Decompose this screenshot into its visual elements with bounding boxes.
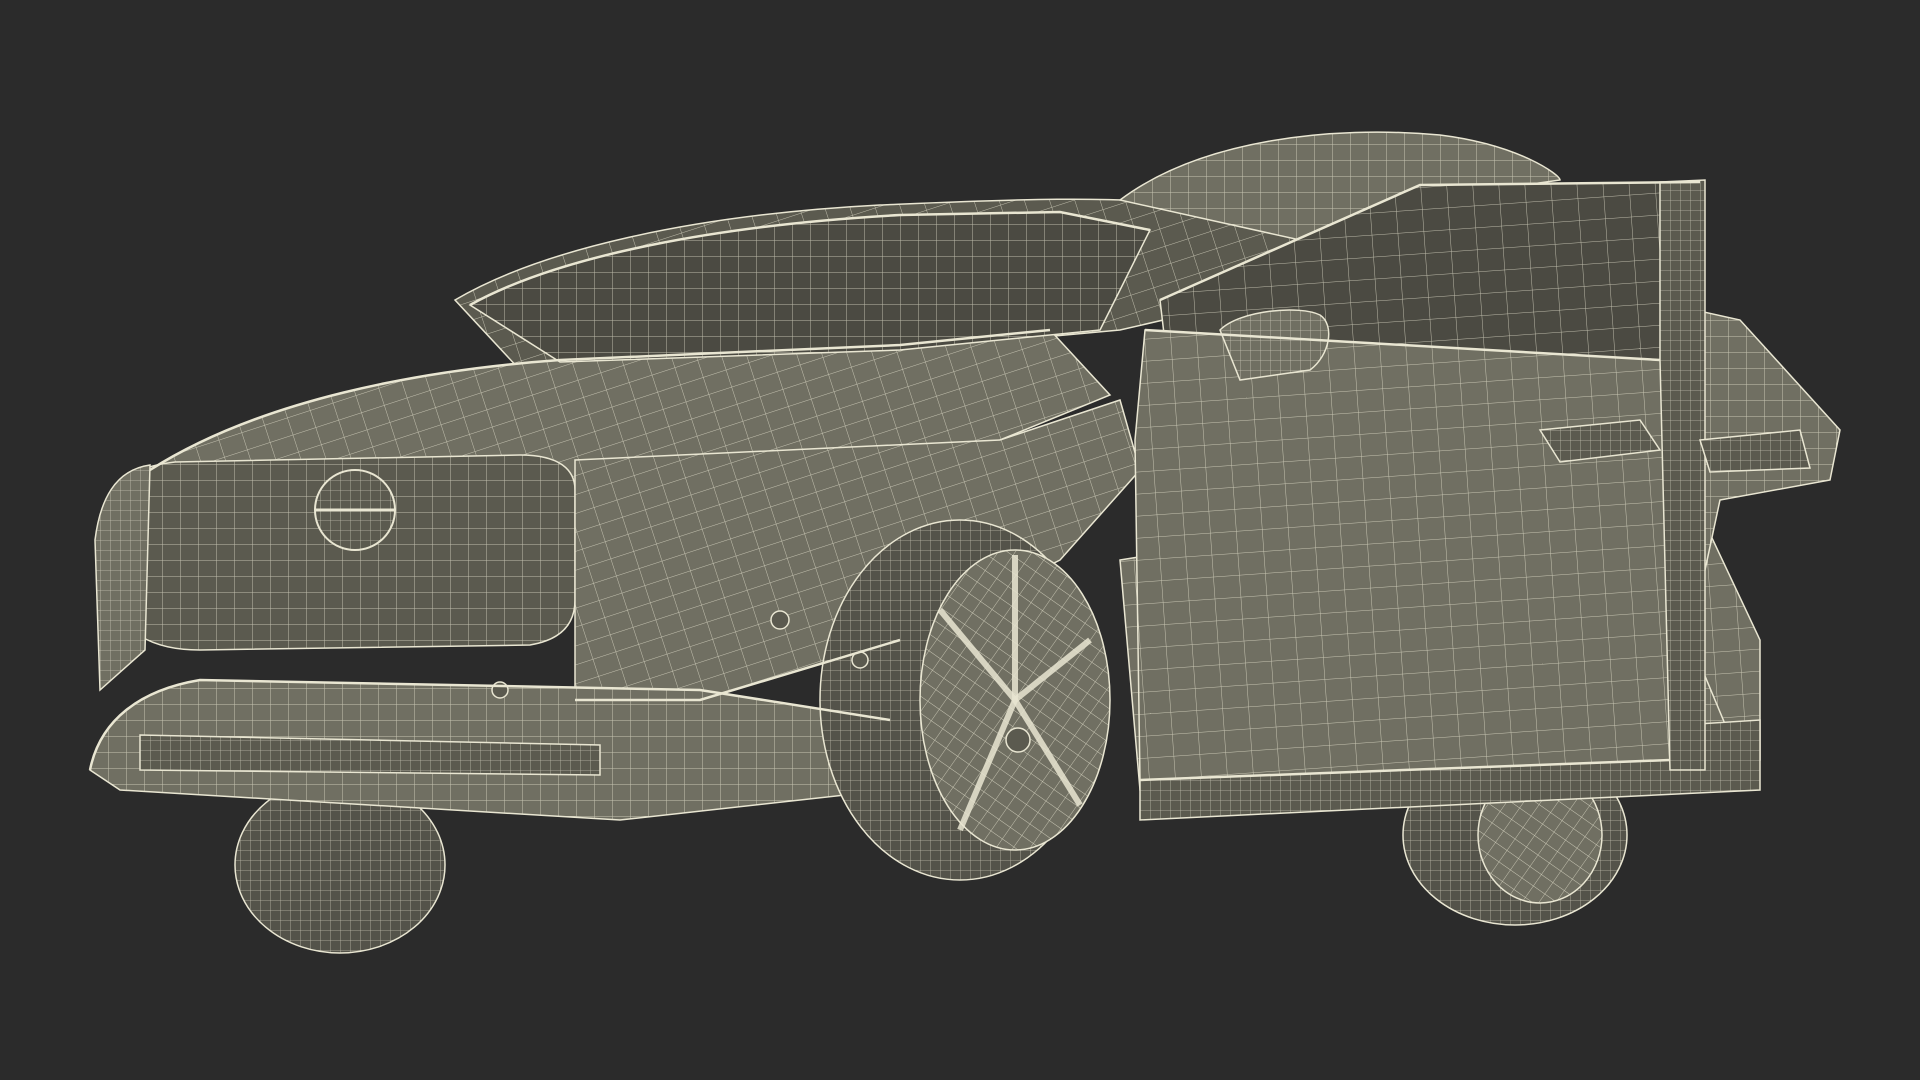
front-wheel: [819, 519, 1111, 881]
car-wireframe-render: [88, 131, 1841, 954]
render-viewport: [0, 0, 1920, 1080]
wheel-hub: [1005, 727, 1031, 753]
front-emblem: [314, 469, 396, 551]
